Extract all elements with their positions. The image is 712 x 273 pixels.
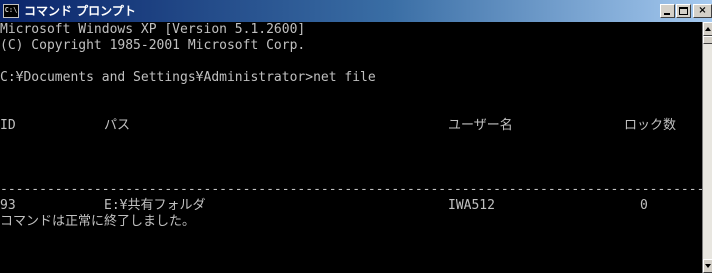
minimize-button[interactable] — [660, 4, 675, 18]
window-title: コマンド プロンプト — [24, 4, 136, 18]
column-header-id: ID — [0, 118, 16, 133]
title-bar[interactable]: C:\ コマンド プロンプト × — [0, 0, 712, 22]
row-locks: 0 — [640, 198, 648, 213]
column-header-user: ユーザー名 — [448, 118, 513, 133]
row-path: E:¥共有フォルダ — [104, 198, 206, 213]
scroll-down-button[interactable] — [703, 259, 712, 273]
column-header-path: パス — [104, 118, 131, 133]
row-id: 93 — [0, 198, 16, 213]
maximize-icon — [679, 7, 688, 15]
console-output[interactable]: Microsoft Windows XP [Version 5.1.2600] … — [0, 22, 702, 273]
vertical-scrollbar[interactable] — [702, 22, 712, 273]
arrow-up-icon — [705, 27, 711, 31]
table-separator: ----------------------------------------… — [0, 182, 702, 197]
row-user: IWA512 — [448, 198, 495, 213]
console-header-line: Microsoft Windows XP [Version 5.1.2600] — [0, 22, 306, 37]
scroll-up-button[interactable] — [703, 22, 712, 36]
completion-message: コマンドは正常に終了しました。 — [0, 214, 196, 229]
arrow-down-icon — [705, 264, 711, 268]
minimize-icon — [664, 13, 670, 15]
maximize-button[interactable] — [676, 4, 691, 18]
console-header-line: (C) Copyright 1985-2001 Microsoft Corp. — [0, 38, 306, 53]
column-header-locks: ロック数 — [624, 118, 677, 133]
console-icon[interactable]: C:\ — [3, 4, 19, 18]
scroll-thumb[interactable] — [703, 36, 712, 44]
command-prompt-window: C:\ コマンド プロンプト × Microsoft Windows XP [V… — [0, 0, 712, 273]
command-prompt-line: C:¥Documents and Settings¥Administrator>… — [0, 70, 376, 85]
close-button[interactable]: × — [693, 4, 712, 18]
